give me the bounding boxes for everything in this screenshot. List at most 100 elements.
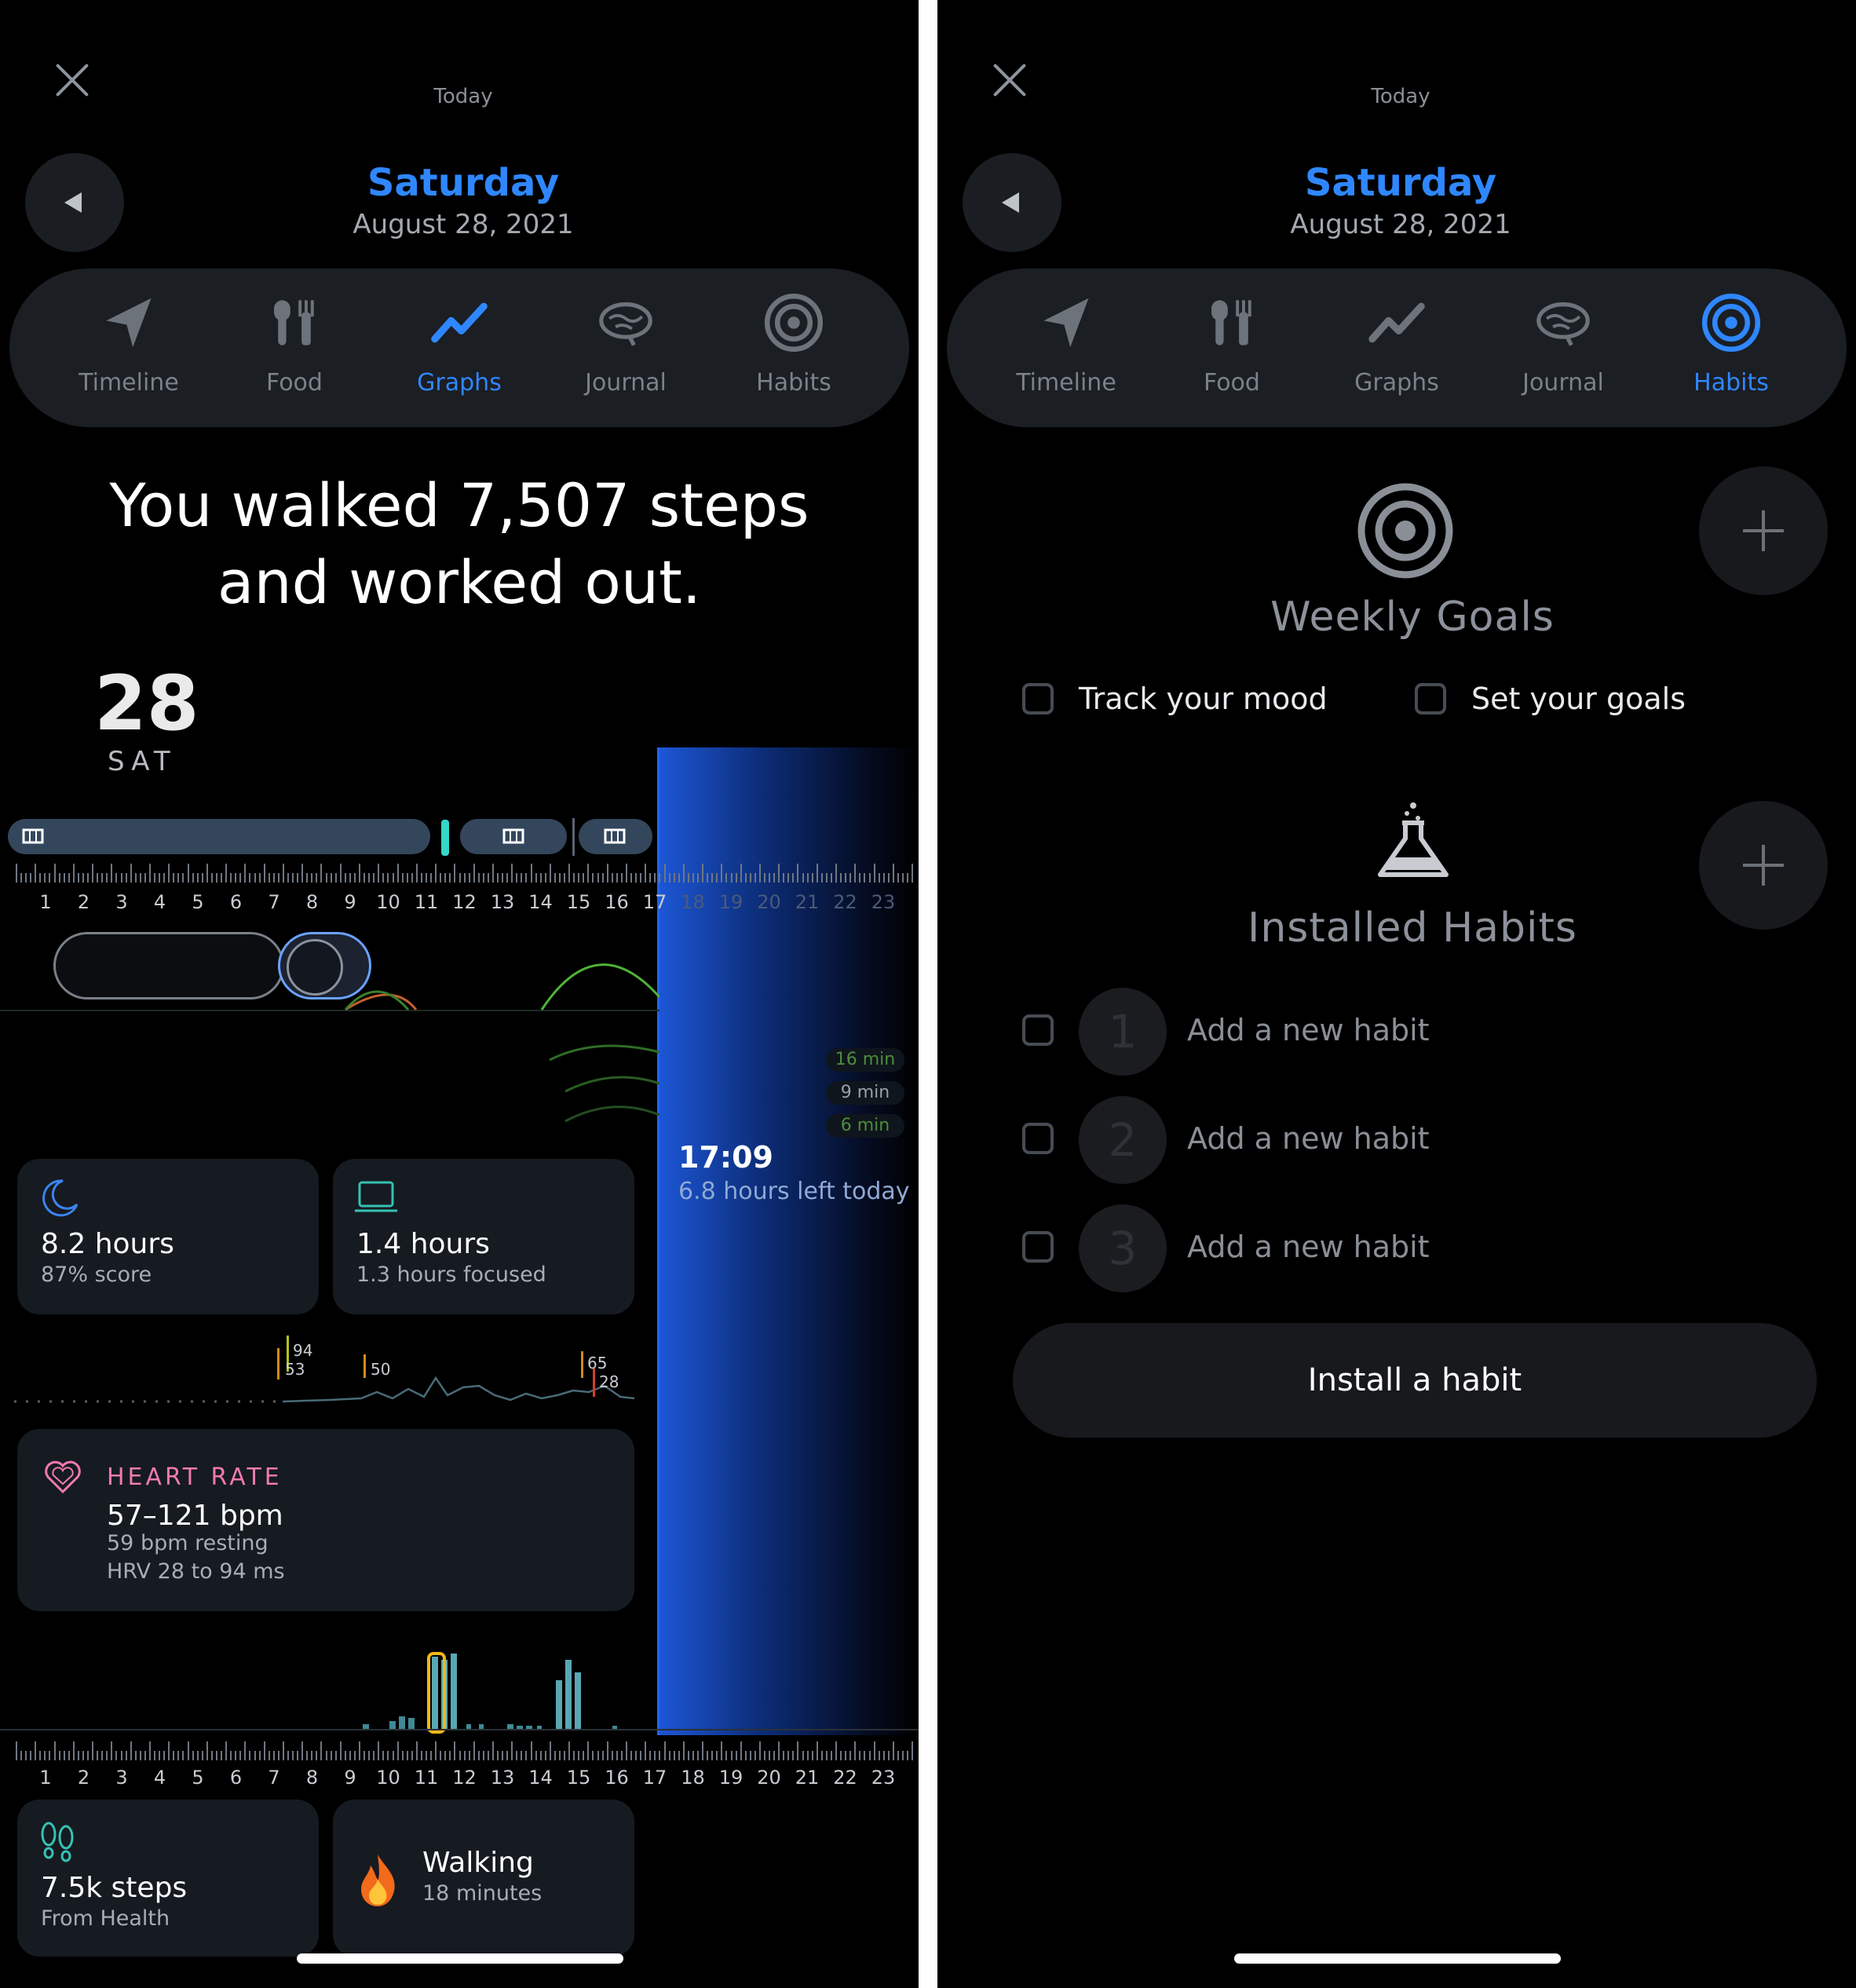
set-goals-checkbox[interactable]: [1415, 683, 1446, 714]
focus-card[interactable]: 1.4 hours 1.3 hours focused: [333, 1159, 634, 1314]
hour-label: 22: [833, 891, 857, 913]
workout-duration: 18 minutes: [422, 1881, 543, 1906]
habit-checkbox[interactable]: [1022, 1014, 1054, 1046]
tick-mark: [649, 1751, 652, 1760]
sleep-bar[interactable]: [460, 819, 567, 854]
tab-graphs[interactable]: Graphs: [1318, 292, 1475, 410]
home-indicator[interactable]: [297, 1953, 623, 1964]
tick-mark: [25, 873, 27, 883]
tick-mark: [430, 873, 433, 883]
tick-mark: [306, 873, 309, 883]
tab-habits[interactable]: Habits: [715, 292, 872, 410]
tick-mark: [568, 864, 571, 883]
tick-mark: [859, 1751, 861, 1760]
tick-mark: [49, 873, 51, 883]
tick-mark: [44, 1751, 46, 1760]
steps-card[interactable]: 7.5k steps From Health: [17, 1800, 319, 1957]
tick-mark: [258, 1751, 261, 1760]
hour-label: 16: [605, 891, 629, 913]
habit-row[interactable]: 3 Add a new habit: [937, 1204, 1856, 1292]
tick-mark: [606, 1741, 608, 1760]
hour-label: 15: [566, 891, 591, 913]
habit-checkbox[interactable]: [1022, 1123, 1054, 1154]
tick-mark: [77, 873, 79, 883]
hrv-range: HRV 28 to 94 ms: [107, 1559, 285, 1584]
tick-mark: [725, 1751, 728, 1760]
habit-checkbox[interactable]: [1022, 1231, 1054, 1263]
heart-rate-card[interactable]: HEART RATE 57–121 bpm 59 bpm resting HRV…: [17, 1429, 634, 1611]
tick-mark: [364, 873, 366, 883]
tick-mark: [549, 1741, 551, 1760]
tick-mark: [659, 873, 661, 883]
focus-hours: 1.4 hours: [356, 1228, 490, 1260]
tick-mark: [159, 873, 161, 883]
hrv-label: 65: [587, 1354, 607, 1372]
tick-mark: [744, 873, 747, 883]
tick-mark: [601, 1751, 604, 1760]
tab-timeline[interactable]: Timeline: [50, 292, 207, 410]
home-indicator[interactable]: [1234, 1953, 1561, 1964]
tick-mark: [783, 1751, 785, 1760]
tick-mark: [787, 1751, 790, 1760]
hour-label: 6: [229, 891, 243, 913]
tick-mark: [573, 873, 575, 883]
add-weekly-goal-button[interactable]: [1699, 466, 1828, 595]
tick-mark: [287, 1751, 289, 1760]
track-mood-checkbox[interactable]: [1022, 683, 1054, 714]
habits-screen: Today Saturday August 28, 2021 Timeline …: [937, 0, 1856, 1988]
tick-mark: [173, 1751, 175, 1760]
tab-habits[interactable]: Habits: [1653, 292, 1810, 410]
sleep-bar[interactable]: [8, 819, 430, 854]
tick-mark: [630, 873, 633, 883]
tick-mark: [635, 873, 638, 883]
tick-mark: [640, 1751, 642, 1760]
tick-mark: [334, 1751, 337, 1760]
habit-row[interactable]: 2 Add a new habit: [937, 1096, 1856, 1184]
heart-rate-label: HEART RATE: [107, 1464, 283, 1491]
hour-label: 19: [718, 891, 743, 913]
tab-journal[interactable]: Journal: [1485, 292, 1642, 410]
tick-mark: [244, 1741, 247, 1760]
tick-mark: [606, 864, 608, 883]
tick-mark: [373, 873, 375, 883]
sleep-card[interactable]: 8.2 hours 87% score: [17, 1159, 319, 1314]
tick-mark: [72, 864, 75, 883]
tick-mark: [521, 1751, 523, 1760]
tick-mark: [230, 1751, 232, 1760]
install-habit-button[interactable]: Install a habit: [1013, 1323, 1817, 1438]
tick-mark: [735, 873, 737, 883]
tick-mark: [611, 1751, 613, 1760]
tab-bar: Timeline Food Graphs Journal Habits: [947, 269, 1847, 427]
tick-mark: [907, 1751, 909, 1760]
daily-summary: You walked 7,507 steps and worked out.: [0, 467, 919, 621]
hour-label: 2: [77, 891, 90, 913]
tick-mark: [697, 1751, 699, 1760]
workout-card[interactable]: Walking 18 minutes: [333, 1800, 634, 1957]
duration-badge: 6 min: [826, 1114, 904, 1138]
hour-label: 23: [871, 891, 896, 913]
bed-icon: [22, 828, 44, 844]
tick-mark: [330, 1751, 332, 1760]
tab-food[interactable]: Food: [1153, 292, 1310, 410]
tick-mark: [349, 873, 351, 883]
tick-mark: [25, 1751, 27, 1760]
tick-mark: [168, 1741, 170, 1760]
tick-mark: [277, 1751, 279, 1760]
tick-mark: [687, 873, 689, 883]
tab-timeline[interactable]: Timeline: [988, 292, 1145, 410]
tick-mark: [368, 873, 371, 883]
tick-mark: [654, 873, 656, 883]
habit-number: 1: [1079, 988, 1167, 1076]
tick-mark: [668, 1751, 670, 1760]
bed-icon: [604, 828, 626, 844]
sleep-bar[interactable]: [579, 819, 652, 854]
tab-food[interactable]: Food: [216, 292, 373, 410]
hour-label: 3: [115, 891, 128, 913]
tab-graphs[interactable]: Graphs: [381, 292, 538, 410]
tick-mark: [535, 1751, 537, 1760]
hour-label: 6: [229, 1767, 243, 1789]
habit-row[interactable]: 1 Add a new habit: [937, 988, 1856, 1076]
tab-journal[interactable]: Journal: [547, 292, 704, 410]
tick-mark: [268, 1751, 270, 1760]
tick-mark: [201, 873, 203, 883]
